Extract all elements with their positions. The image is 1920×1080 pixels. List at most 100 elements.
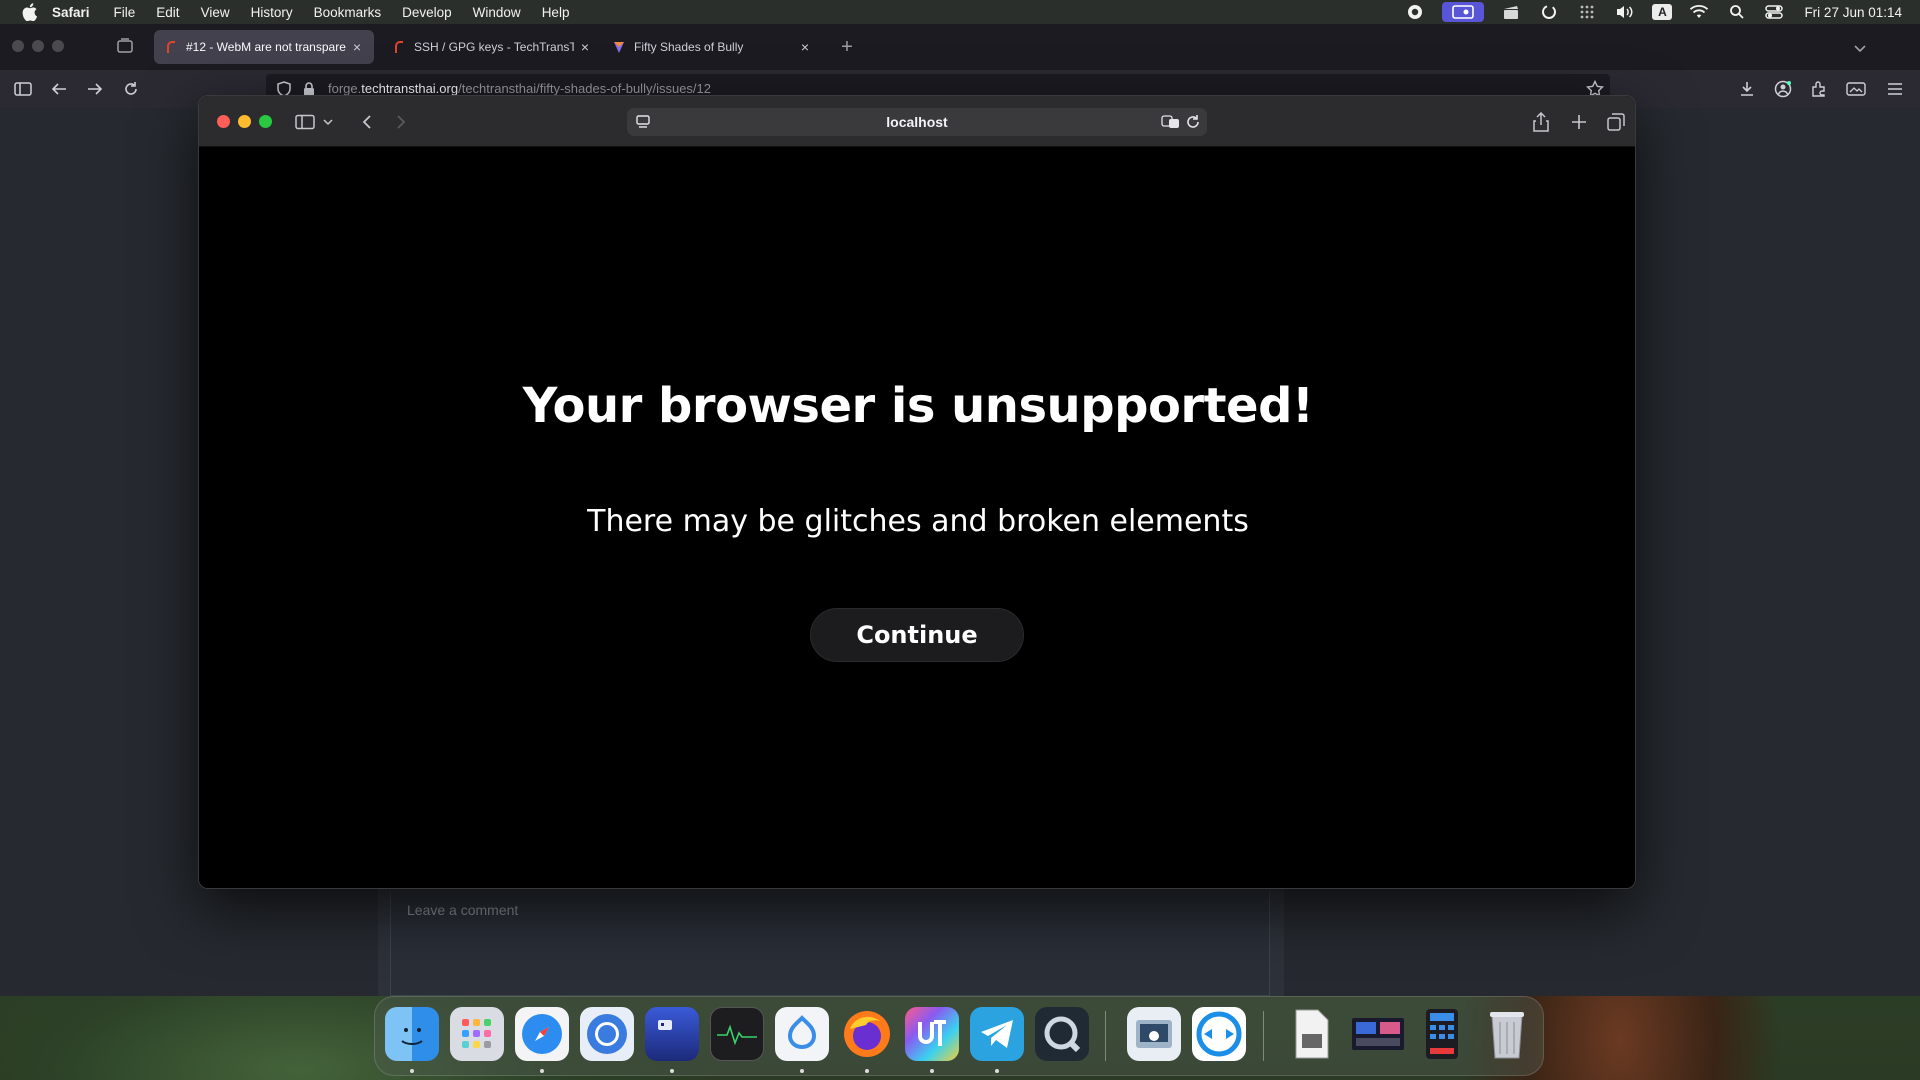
page-subtext: There may be glitches and broken element… — [587, 504, 1249, 539]
godot-icon — [612, 40, 626, 54]
tab-overview-icon[interactable] — [116, 37, 134, 55]
clapper-icon[interactable] — [1500, 3, 1522, 21]
close-tab-icon[interactable]: × — [350, 39, 364, 55]
menu-app-name[interactable]: Safari — [52, 5, 90, 20]
firefox-tab-issue[interactable]: #12 - WebM are not transparent × — [154, 30, 374, 64]
spotlight-icon[interactable] — [1726, 3, 1748, 21]
screenshot-icon[interactable] — [1845, 78, 1867, 100]
url-prefix: forge. — [328, 81, 362, 96]
account-icon[interactable] — [1772, 78, 1794, 100]
activity-monitor-icon[interactable] — [710, 1007, 764, 1061]
running-indicator — [995, 1069, 999, 1073]
safari-address-bar[interactable]: localhost — [627, 108, 1207, 136]
reload-icon[interactable] — [1183, 112, 1203, 132]
new-tab-icon[interactable] — [1567, 110, 1591, 134]
firefox-zoom-button[interactable] — [52, 40, 64, 52]
menu-bookmarks[interactable]: Bookmarks — [314, 5, 382, 20]
tab-title: Fifty Shades of Bully — [634, 40, 744, 54]
close-tab-icon[interactable]: × — [578, 39, 592, 55]
running-indicator — [865, 1069, 869, 1073]
firefox-close-button[interactable] — [12, 40, 24, 52]
safari-traffic-lights — [217, 115, 272, 128]
back-arrow-icon[interactable] — [48, 78, 70, 100]
translate-icon[interactable] — [1161, 112, 1181, 132]
reload-icon[interactable] — [120, 78, 142, 100]
safari-minimize-button[interactable] — [238, 115, 251, 128]
hamburger-menu-icon[interactable] — [1884, 78, 1906, 100]
teamviewer-icon[interactable] — [1192, 1007, 1246, 1061]
comment-input[interactable]: Leave a comment — [390, 892, 1270, 996]
tab-overview-icon[interactable] — [1604, 110, 1628, 134]
menu-help[interactable]: Help — [542, 5, 570, 20]
firefox-traffic-lights — [12, 40, 64, 52]
utm-icon[interactable] — [905, 1007, 959, 1061]
sidebar-toggle-icon[interactable] — [293, 110, 317, 134]
terminal-icon[interactable] — [645, 1007, 699, 1061]
preview-icon[interactable] — [1127, 1007, 1181, 1061]
dock-separator — [1263, 1011, 1264, 1061]
safari-window: localhost Your browser is unsupported! T… — [198, 95, 1636, 889]
forgejo-icon — [392, 40, 406, 54]
safari-zoom-button[interactable] — [259, 115, 272, 128]
finder-icon[interactable] — [385, 1007, 439, 1061]
screenshot-icon[interactable] — [1350, 1007, 1404, 1061]
tab-title: #12 - WebM are not transparent — [186, 40, 346, 54]
firefox-tab-bar: #12 - WebM are not transparent × SSH / G… — [0, 24, 1920, 70]
apple-icon[interactable] — [20, 2, 40, 22]
menu-edit[interactable]: Edit — [156, 5, 179, 20]
wifi-icon[interactable] — [1688, 3, 1710, 21]
telegram-icon[interactable] — [970, 1007, 1024, 1061]
safari-icon[interactable] — [515, 1007, 569, 1061]
menu-history[interactable]: History — [251, 5, 293, 20]
menu-window[interactable]: Window — [473, 5, 521, 20]
tab-title: SSH / GPG keys - TechTransThai — [414, 40, 574, 54]
dock — [374, 996, 1544, 1076]
quicktime-icon[interactable] — [1035, 1007, 1089, 1061]
chromium-icon[interactable] — [580, 1007, 634, 1061]
back-chevron-icon[interactable] — [355, 110, 379, 134]
volume-icon[interactable] — [1614, 3, 1636, 21]
menu-view[interactable]: View — [201, 5, 230, 20]
running-indicator — [540, 1069, 544, 1073]
sync-icon[interactable] — [1538, 3, 1560, 21]
address-host: localhost — [886, 114, 948, 130]
menu-file[interactable]: File — [114, 5, 136, 20]
dock-separator — [1105, 1011, 1106, 1061]
url-path: /techtransthai/fifty-shades-of-bully/iss… — [458, 81, 711, 96]
share-icon[interactable] — [1529, 110, 1553, 134]
close-tab-icon[interactable]: × — [798, 39, 812, 55]
calculator-icon[interactable] — [1415, 1007, 1469, 1061]
url-text: forge.techtransthai.org/techtransthai/fi… — [328, 81, 711, 96]
firefox-icon[interactable] — [840, 1007, 894, 1061]
forward-chevron-icon[interactable] — [389, 110, 413, 134]
screen-share-icon[interactable] — [1442, 2, 1485, 22]
extensions-icon[interactable] — [1808, 78, 1830, 100]
forward-arrow-icon[interactable] — [84, 78, 106, 100]
grid-icon[interactable] — [1576, 3, 1598, 21]
document-icon[interactable] — [1285, 1007, 1339, 1061]
firefox-tab-fifty-shades[interactable]: Fifty Shades of Bully × — [602, 30, 822, 64]
firefox-tab-ssh-keys[interactable]: SSH / GPG keys - TechTransThai × — [382, 30, 602, 64]
forgejo-icon — [164, 40, 178, 54]
chevron-down-icon[interactable] — [1850, 38, 1870, 58]
safari-page-content: Your browser is unsupported! There may b… — [199, 148, 1635, 888]
input-source-icon[interactable]: A — [1652, 4, 1673, 20]
sidebar-toggle-icon[interactable] — [12, 78, 34, 100]
menubar-clock[interactable]: Fri 27 Jun 01:14 — [1804, 5, 1902, 20]
trash-icon[interactable] — [1480, 1007, 1534, 1061]
vscodium-icon[interactable] — [775, 1007, 829, 1061]
page-headline: Your browser is unsupported! — [522, 378, 1314, 434]
running-indicator — [410, 1069, 414, 1073]
continue-button[interactable]: Continue — [810, 608, 1024, 662]
record-icon[interactable] — [1404, 3, 1426, 21]
downloads-icon[interactable] — [1736, 78, 1758, 100]
url-domain: techtransthai.org — [361, 81, 459, 96]
launchpad-icon[interactable] — [450, 1007, 504, 1061]
safari-close-button[interactable] — [217, 115, 230, 128]
running-indicator — [800, 1069, 804, 1073]
firefox-minimize-button[interactable] — [32, 40, 44, 52]
control-center-icon[interactable] — [1764, 3, 1786, 21]
new-tab-icon[interactable]: + — [836, 36, 858, 58]
menu-develop[interactable]: Develop — [402, 5, 452, 20]
chevron-down-icon[interactable] — [321, 110, 335, 134]
